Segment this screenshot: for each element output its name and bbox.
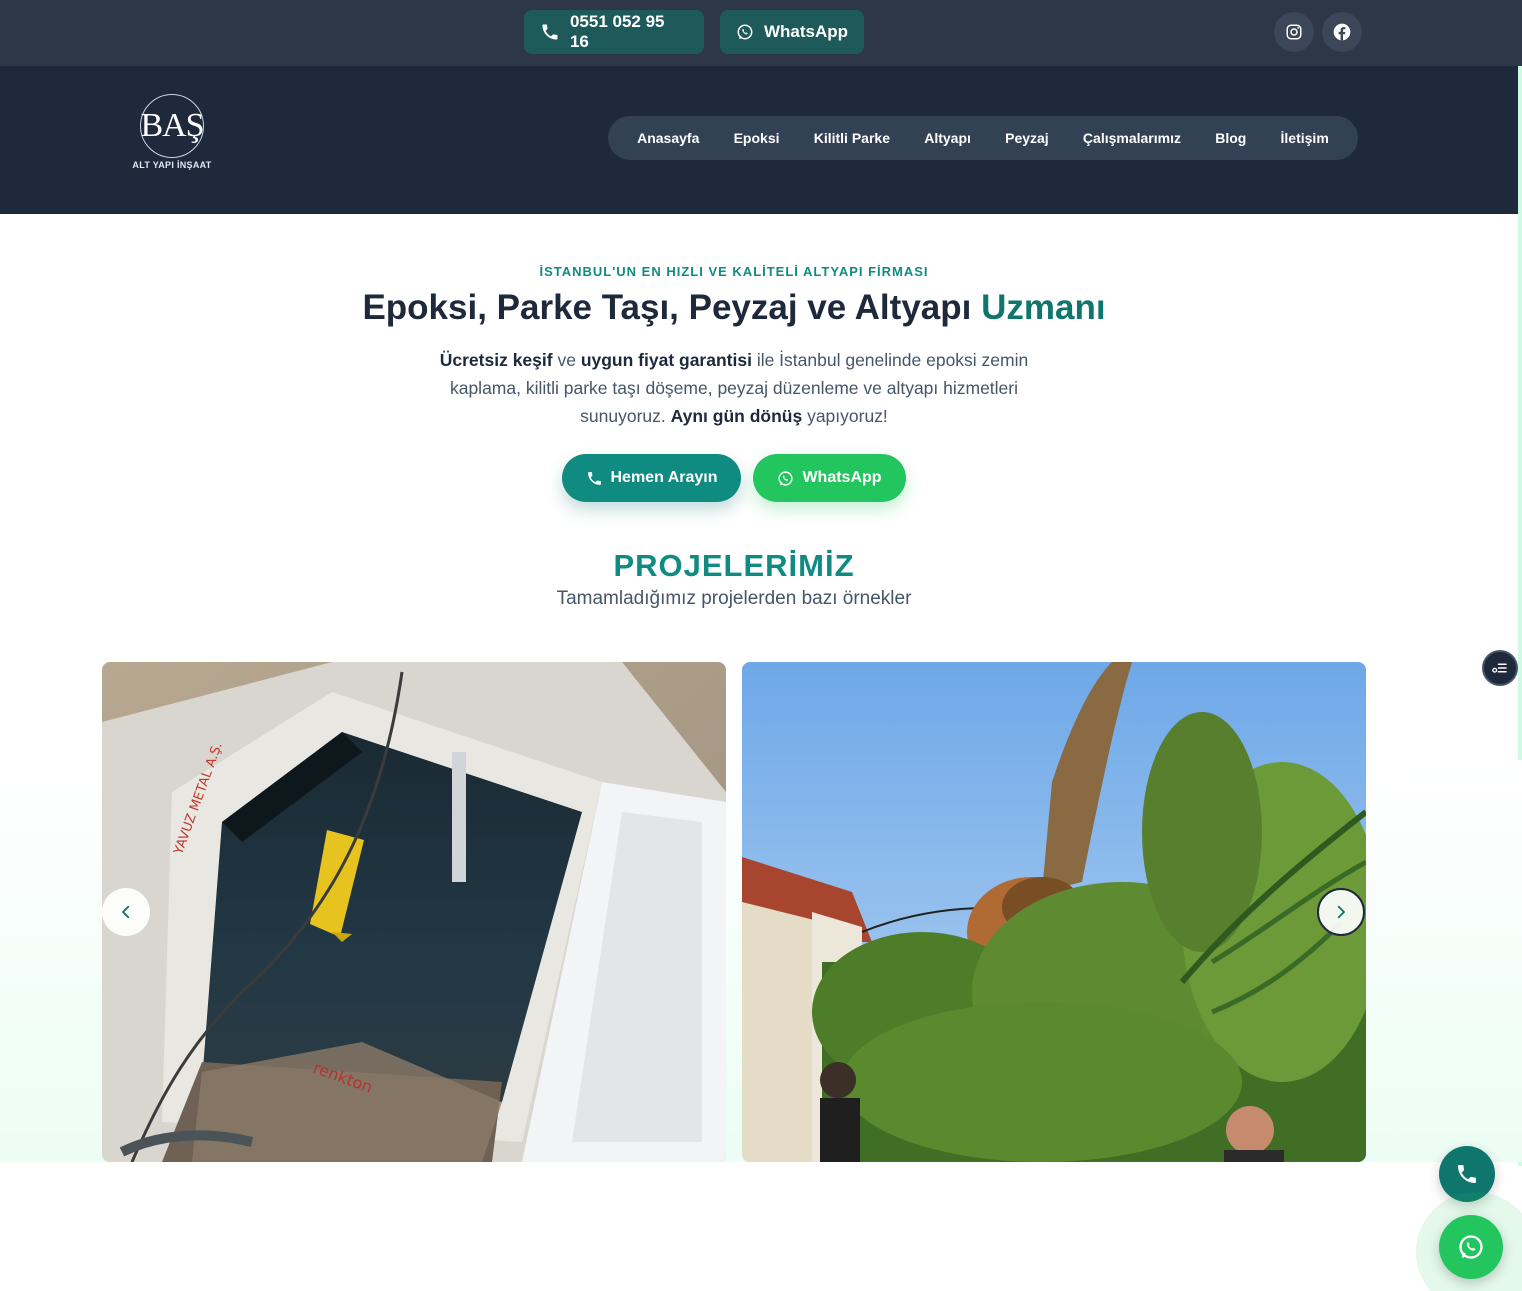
chevron-right-icon (1337, 905, 1345, 919)
carousel-prev-button[interactable] (102, 888, 150, 936)
top-bar: 0551 052 95 16 WhatsApp (0, 0, 1522, 66)
project-slide-image[interactable]: YAVUZ METAL A.Ş. renkton (102, 662, 726, 1162)
floating-whatsapp-button[interactable] (1439, 1215, 1503, 1279)
whatsapp-cta-button[interactable]: WhatsApp (753, 454, 906, 502)
hero-title-main: Epoksi, Parke Taşı, Peyzaj ve Altyapı (362, 288, 972, 327)
nav-item-epoksi[interactable]: Epoksi (734, 130, 780, 146)
call-now-button[interactable]: Hemen Arayın (562, 454, 741, 502)
desc-bold-3: Aynı gün dönüş (670, 406, 803, 426)
instagram-button[interactable] (1274, 12, 1314, 52)
whatsapp-icon (778, 470, 794, 486)
phone-icon (542, 24, 558, 40)
projects-subtitle: Tamamladığımız projelerden bazı örnekler (556, 588, 912, 609)
chevron-left-icon (122, 905, 130, 919)
phone-icon (587, 471, 601, 485)
desc-text-3: yapıyoruz! (802, 406, 888, 426)
phone-button[interactable]: 0551 052 95 16 (524, 10, 704, 54)
projects-title: PROJELERİMİZ (613, 548, 855, 583)
carousel-next-button[interactable] (1317, 888, 1365, 936)
whatsapp-top-button[interactable]: WhatsApp (720, 10, 864, 54)
phone-label: 0551 052 95 16 (569, 12, 665, 51)
hero-title: Epoksi, Parke Taşı, Peyzaj ve Altyapı Uz… (0, 288, 1468, 328)
hero-description: Ücretsiz keşif ve uygun fiyat garantisi … (414, 346, 1054, 430)
project-slide-image[interactable] (742, 662, 1366, 1162)
whatsapp-top-label: WhatsApp (763, 22, 848, 41)
instagram-icon (1286, 24, 1302, 40)
whatsapp-icon (1459, 1235, 1483, 1259)
nav-item-peyzaj[interactable]: Peyzaj (1005, 130, 1049, 146)
desc-bold-1: Ücretsiz keşif (439, 350, 553, 370)
nav-item-anasayfa[interactable]: Anasayfa (637, 130, 699, 146)
whatsapp-cta-label: WhatsApp (802, 469, 882, 486)
phone-icon (1458, 1165, 1476, 1183)
site-logo[interactable]: BAŞ ALT YAPI İNŞAAT (126, 94, 218, 174)
call-now-label: Hemen Arayın (610, 469, 718, 486)
settings-list-icon (1492, 663, 1507, 673)
nav-item-altyapi[interactable]: Altyapı (924, 130, 971, 146)
desc-text-1: ve (552, 350, 581, 370)
facebook-icon (1333, 23, 1351, 41)
nav-item-calismalarimiz[interactable]: Çalışmalarımız (1083, 130, 1181, 146)
whatsapp-icon (737, 24, 753, 40)
logo-text: ALT YAPI İNŞAAT (132, 160, 212, 170)
site-header: BAŞ ALT YAPI İNŞAAT Anasayfa Epoksi Kili… (0, 66, 1522, 214)
nav-item-iletisim[interactable]: İletişim (1281, 130, 1329, 146)
facebook-button[interactable] (1322, 12, 1362, 52)
hero-title-accent: Uzmanı (981, 288, 1106, 327)
nav-item-kilitli-parke[interactable]: Kilitli Parke (814, 130, 890, 146)
main-nav: Anasayfa Epoksi Kilitli Parke Altyapı Pe… (608, 116, 1358, 160)
desc-bold-2: uygun fiyat garantisi (580, 350, 752, 370)
logo-mark: BAŞ (140, 94, 205, 158)
pit-photo: YAVUZ METAL A.Ş. renkton (102, 662, 726, 1162)
garden-photo (742, 662, 1366, 1162)
accessibility-widget-button[interactable] (1482, 650, 1518, 686)
nav-item-blog[interactable]: Blog (1215, 130, 1246, 146)
hero-tagline: İSTANBUL'UN EN HIZLI VE KALİTELİ ALTYAPI… (539, 264, 929, 279)
